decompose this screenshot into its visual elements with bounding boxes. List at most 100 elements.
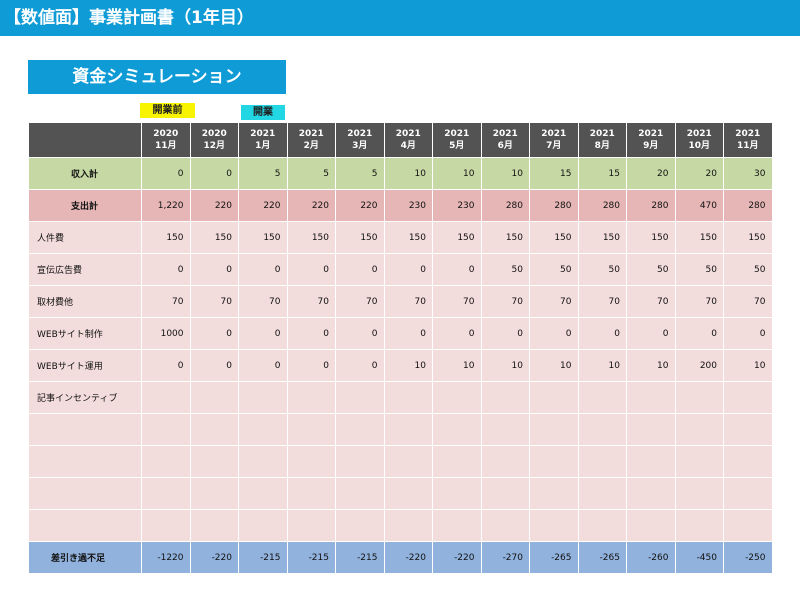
value-cell: [626, 509, 676, 542]
value-cell: [286, 509, 336, 542]
income-total-row: 収入計 0 0 5 5 5 10 10 10 15 15 20 20 30: [28, 157, 773, 190]
month-header-month: 11月: [154, 141, 177, 151]
value-cell: 150: [286, 221, 336, 254]
row-label: 取材費他: [28, 285, 142, 318]
month-header-year: 2021: [589, 129, 615, 139]
month-header: 2021 6月: [480, 122, 530, 158]
value-cell: [723, 445, 773, 478]
value-cell: [432, 381, 482, 414]
value-cell: 20: [674, 157, 724, 190]
value-cell: [529, 509, 579, 542]
month-header-month: 10月: [688, 141, 711, 151]
month-header-month: 3月: [352, 141, 368, 151]
value-cell: [577, 509, 627, 542]
value-cell: 1,220: [141, 189, 191, 222]
value-cell: 0: [238, 253, 288, 286]
value-cell: -220: [432, 541, 482, 574]
value-cell: 0: [141, 253, 191, 286]
value-cell: [674, 413, 724, 446]
value-cell: -220: [189, 541, 239, 574]
value-cell: [189, 413, 239, 446]
value-cell: [189, 509, 239, 542]
row-label: 差引き過不足: [28, 541, 142, 574]
value-cell: 0: [383, 253, 433, 286]
value-cell: 0: [189, 157, 239, 190]
value-cell: 150: [723, 221, 773, 254]
value-cell: [335, 509, 385, 542]
value-cell: 0: [189, 349, 239, 382]
value-cell: 10: [480, 157, 530, 190]
value-cell: 150: [189, 221, 239, 254]
value-cell: 70: [626, 285, 676, 318]
row-label: WEBサイト制作: [28, 317, 142, 350]
value-cell: [480, 509, 530, 542]
month-header-year: 2020: [153, 129, 179, 139]
value-cell: 280: [529, 189, 579, 222]
value-cell: 50: [577, 253, 627, 286]
value-cell: [238, 413, 288, 446]
month-header: 2021 2月: [286, 122, 336, 158]
month-header: 2021 11月: [723, 122, 773, 158]
value-cell: 70: [529, 285, 579, 318]
value-cell: [383, 413, 433, 446]
value-cell: -250: [723, 541, 773, 574]
value-cell: [626, 445, 676, 478]
value-cell: [286, 413, 336, 446]
value-cell: 0: [432, 253, 482, 286]
value-cell: [383, 445, 433, 478]
value-cell: 5: [335, 157, 385, 190]
row-label: [28, 509, 142, 542]
value-cell: 280: [577, 189, 627, 222]
value-cell: 0: [577, 317, 627, 350]
value-cell: 1000: [141, 317, 191, 350]
value-cell: [626, 477, 676, 510]
value-cell: [626, 413, 676, 446]
row-label: WEBサイト運用: [28, 349, 142, 382]
value-cell: [577, 381, 627, 414]
value-cell: 150: [674, 221, 724, 254]
empty-row: [28, 509, 773, 542]
value-cell: [383, 381, 433, 414]
value-cell: 50: [626, 253, 676, 286]
value-cell: 0: [626, 317, 676, 350]
value-cell: 0: [383, 317, 433, 350]
value-cell: 230: [383, 189, 433, 222]
value-cell: 200: [674, 349, 724, 382]
month-header: 2021 4月: [383, 122, 433, 158]
value-cell: 50: [723, 253, 773, 286]
month-header-month: 4月: [400, 141, 416, 151]
value-cell: 10: [723, 349, 773, 382]
value-cell: 470: [674, 189, 724, 222]
value-cell: 50: [529, 253, 579, 286]
value-cell: [286, 445, 336, 478]
value-cell: -450: [674, 541, 724, 574]
value-cell: 0: [335, 349, 385, 382]
value-cell: 0: [286, 253, 336, 286]
value-cell: [383, 477, 433, 510]
value-cell: 0: [286, 349, 336, 382]
value-cell: [480, 477, 530, 510]
value-cell: [286, 477, 336, 510]
value-cell: -215: [286, 541, 336, 574]
month-header-month: 5月: [449, 141, 465, 151]
value-cell: [189, 445, 239, 478]
value-cell: 50: [480, 253, 530, 286]
row-label: [28, 477, 142, 510]
value-cell: 0: [674, 317, 724, 350]
month-header: 2021 7月: [529, 122, 579, 158]
value-cell: 70: [335, 285, 385, 318]
value-cell: 0: [335, 253, 385, 286]
value-cell: 0: [189, 253, 239, 286]
value-cell: 70: [480, 285, 530, 318]
value-cell: -215: [238, 541, 288, 574]
month-header-month: 12月: [203, 141, 226, 151]
value-cell: [674, 509, 724, 542]
value-cell: 150: [626, 221, 676, 254]
value-cell: [432, 445, 482, 478]
value-cell: 0: [529, 317, 579, 350]
value-cell: -270: [480, 541, 530, 574]
value-cell: [238, 381, 288, 414]
month-header-month: 9月: [643, 141, 659, 151]
month-header: 2021 5月: [432, 122, 482, 158]
value-cell: 10: [529, 349, 579, 382]
